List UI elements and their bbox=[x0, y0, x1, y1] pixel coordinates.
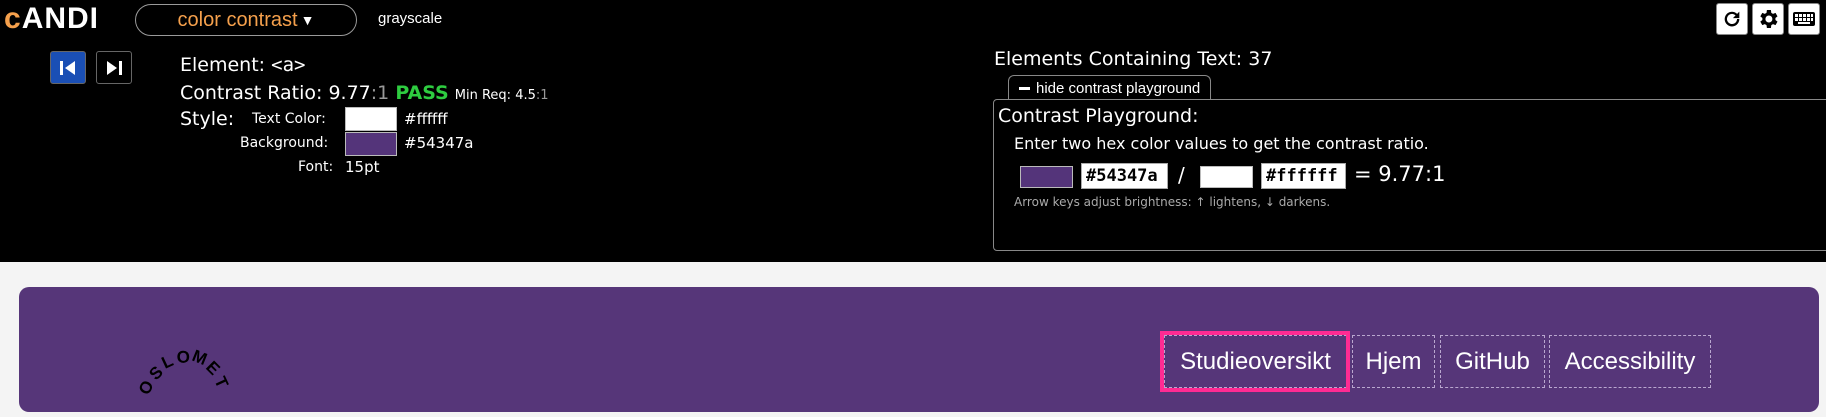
background-color-hex: #54347a bbox=[404, 134, 474, 152]
contrast-ratio-value: 9.77 bbox=[328, 82, 371, 104]
refresh-button[interactable] bbox=[1716, 3, 1748, 35]
refresh-icon bbox=[1724, 11, 1740, 27]
andi-logo-text: ANDI bbox=[21, 2, 100, 35]
andi-logo: cANDI bbox=[4, 2, 99, 36]
min-req-label: Min Req: bbox=[454, 88, 512, 103]
min-req-value: 4.5 bbox=[515, 88, 536, 103]
background-hex-input[interactable]: #ffffff bbox=[1261, 163, 1346, 189]
background-swatch[interactable] bbox=[1200, 166, 1253, 188]
andi-logo-prefix: c bbox=[4, 2, 22, 35]
element-line: Element: <a> bbox=[180, 54, 305, 76]
playground-result: = 9.77:1 bbox=[1354, 162, 1446, 186]
min-req-suffix: :1 bbox=[535, 88, 549, 103]
logo-letter-o2: O bbox=[176, 347, 190, 367]
element-tag: <a> bbox=[271, 54, 306, 76]
text-color-hex: #ffffff bbox=[404, 110, 448, 128]
module-select-button[interactable]: color contrast ▼ bbox=[135, 4, 357, 36]
skip-previous-icon bbox=[60, 60, 75, 75]
style-label: Style: bbox=[180, 108, 235, 130]
pass-status-badge: PASS bbox=[395, 82, 449, 104]
hide-contrast-playground-label: hide contrast playground bbox=[1036, 79, 1201, 97]
logo-letter-l: L bbox=[159, 351, 176, 373]
element-label: Element: bbox=[180, 54, 266, 76]
text-color-swatch bbox=[345, 107, 397, 131]
skip-next-icon bbox=[107, 60, 122, 75]
background-label: Background: bbox=[240, 135, 329, 151]
text-color-label: Text Color: bbox=[252, 111, 326, 127]
module-select-label: color contrast bbox=[177, 8, 298, 31]
keyboard-button[interactable] bbox=[1788, 3, 1820, 35]
min-req: Min Req: 4.5:1 bbox=[455, 88, 549, 103]
gear-icon bbox=[1760, 10, 1778, 28]
playground-instruction: Enter two hex color values to get the co… bbox=[1014, 134, 1429, 153]
contrast-ratio-line: Contrast Ratio: 9.77:1 PASS Min Req: 4.5… bbox=[180, 82, 549, 104]
background-color-swatch bbox=[345, 132, 397, 156]
andi-focus-highlight bbox=[1160, 331, 1350, 392]
settings-button[interactable] bbox=[1752, 3, 1784, 35]
foreground-swatch[interactable] bbox=[1020, 166, 1073, 188]
previous-element-button[interactable] bbox=[50, 51, 86, 84]
playground-title: Contrast Playground: bbox=[998, 105, 1199, 127]
oslomet-logo[interactable]: O S L O M E T bbox=[134, 330, 244, 410]
elements-containing-text: Elements Containing Text: 37 bbox=[994, 48, 1273, 70]
ratio-slash: / bbox=[1178, 163, 1185, 187]
nav-link-github[interactable]: GitHub bbox=[1440, 335, 1545, 388]
nav-link-accessibility[interactable]: Accessibility bbox=[1549, 335, 1711, 388]
grayscale-toggle[interactable]: grayscale bbox=[378, 10, 442, 27]
font-value: 15pt bbox=[345, 158, 380, 176]
caret-down-icon: ▼ bbox=[300, 12, 315, 28]
contrast-ratio-suffix: :1 bbox=[370, 82, 390, 104]
andi-toolbar: cANDI color contrast ▼ grayscale Element:… bbox=[0, 0, 1826, 262]
keyboard-icon bbox=[1793, 12, 1815, 26]
minus-icon bbox=[1019, 86, 1030, 90]
font-label: Font: bbox=[298, 159, 334, 175]
hide-contrast-playground-button[interactable]: hide contrast playground bbox=[1008, 75, 1212, 100]
contrast-playground: Contrast Playground: Enter two hex color… bbox=[993, 99, 1826, 251]
playground-hint: Arrow keys adjust brightness: ↑ lightens… bbox=[1014, 195, 1331, 209]
contrast-ratio-label: Contrast Ratio: bbox=[180, 82, 323, 104]
next-element-button[interactable] bbox=[96, 51, 132, 84]
logo-letter-t: T bbox=[210, 374, 232, 392]
foreground-hex-input[interactable]: #54347a bbox=[1081, 163, 1168, 189]
nav-link-hjem[interactable]: Hjem bbox=[1352, 335, 1435, 388]
